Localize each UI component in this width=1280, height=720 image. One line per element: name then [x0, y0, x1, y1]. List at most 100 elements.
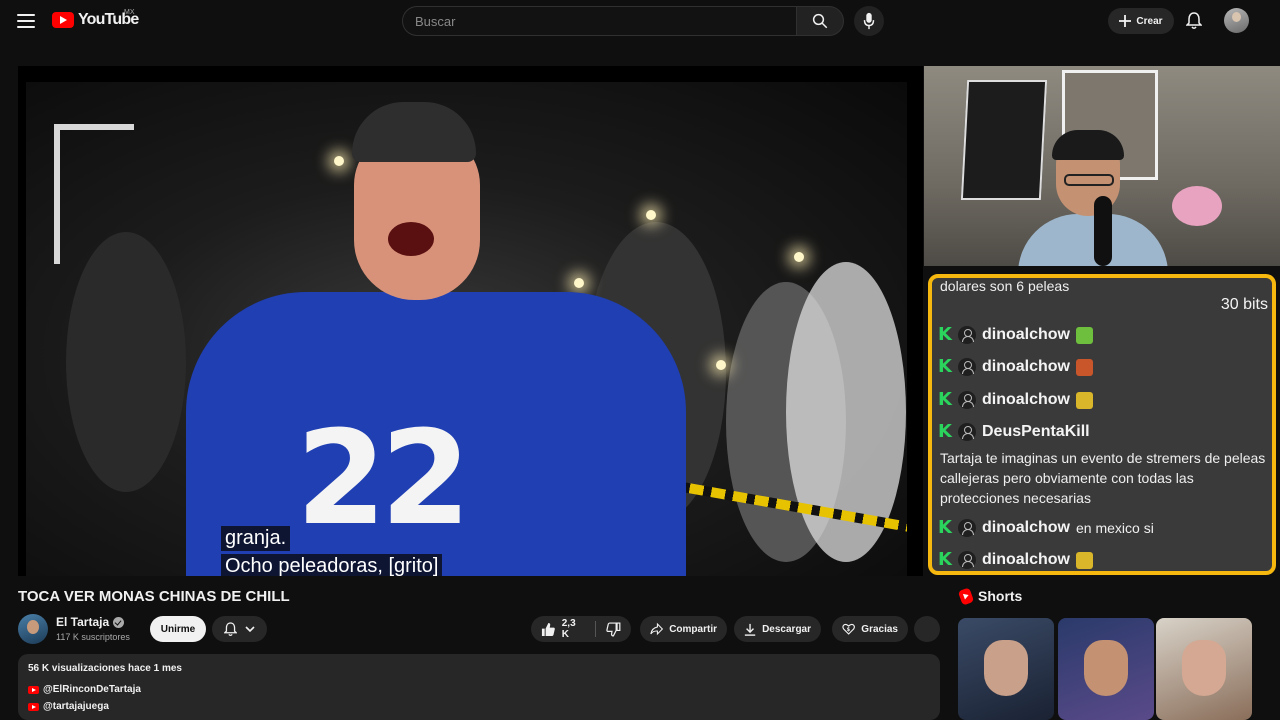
- chat-row: K dinoalchow: [938, 387, 1093, 413]
- user-badge-icon: [958, 519, 976, 537]
- kick-badge-icon: K: [938, 389, 952, 410]
- thanks-button[interactable]: $ Gracias: [832, 616, 908, 642]
- phone-light: [334, 156, 344, 166]
- crowd-person: [66, 232, 186, 492]
- channel-name[interactable]: El Tartaja: [56, 615, 125, 629]
- chat-username: dinoalchow: [982, 358, 1070, 375]
- voice-search-button[interactable]: [854, 6, 884, 36]
- shirt: [1018, 214, 1168, 266]
- chat-message: dolares son 6 peleas: [940, 278, 1070, 294]
- chat-username: dinoalchow: [982, 326, 1070, 343]
- join-button[interactable]: Unirme: [150, 616, 206, 642]
- view-stats: 56 K visualizaciones hace 1 mes: [28, 663, 182, 674]
- cap: [352, 102, 476, 162]
- country-code: MX: [124, 9, 135, 16]
- search-icon: [812, 13, 828, 29]
- emote-icon: [1076, 551, 1093, 569]
- search-input[interactable]: [402, 6, 796, 36]
- emote-icon: [1076, 326, 1093, 344]
- short-thumbnail[interactable]: [1156, 618, 1252, 720]
- description-box[interactable]: 56 K visualizaciones hace 1 mes @ElRinco…: [18, 654, 940, 720]
- phone-light: [794, 252, 804, 262]
- channel-link[interactable]: @tartajajuega: [43, 701, 109, 712]
- short-face: [984, 640, 1028, 696]
- chat-username: dinoalchow: [982, 551, 1070, 568]
- microphone: [1094, 196, 1112, 266]
- description-link[interactable]: @tartajajuega: [28, 701, 109, 712]
- user-badge-icon: [958, 551, 976, 569]
- like-count[interactable]: 2,3 K: [562, 618, 586, 640]
- emote-icon: [1076, 358, 1093, 376]
- chat-row: K DeusPentaKill: [938, 419, 1090, 445]
- bell-icon: [224, 621, 237, 636]
- chat-row: K dinoalchow: [938, 354, 1093, 380]
- chat-row: K dinoalchow: [938, 322, 1093, 348]
- chat-message: en mexico si: [1076, 520, 1154, 536]
- svg-text:$: $: [847, 627, 851, 633]
- phone-light: [646, 210, 656, 220]
- bell-icon: [1186, 12, 1202, 29]
- description-link[interactable]: @ElRinconDeTartaja: [28, 684, 141, 695]
- glasses: [1064, 174, 1114, 186]
- thanks-heart-icon: $: [842, 623, 855, 635]
- download-label: Descargar: [762, 623, 811, 635]
- chat-row: K dinoalchow: [938, 547, 1093, 571]
- chat-username: DeusPentaKill: [982, 423, 1090, 440]
- shorts-header: Shorts: [957, 586, 1023, 606]
- emote-icon: [1076, 391, 1093, 409]
- subscription-bell-button[interactable]: [212, 616, 267, 642]
- subscriber-count: 117 K suscriptores: [56, 632, 130, 642]
- share-button[interactable]: Compartir: [640, 616, 727, 642]
- share-icon: [650, 622, 664, 636]
- goalpost: [54, 124, 134, 264]
- create-button[interactable]: Crear: [1108, 8, 1174, 34]
- like-dislike-group: 2,3 K: [531, 616, 631, 642]
- kick-badge-icon: K: [938, 356, 952, 377]
- video-title: TOCA VER MONAS CHINAS DE CHILL: [18, 588, 290, 605]
- plush-toy: [1172, 186, 1222, 226]
- download-button[interactable]: Descargar: [734, 616, 821, 642]
- mouth: [388, 222, 434, 256]
- kick-badge-icon: K: [938, 324, 952, 345]
- streamer-webcam: [1018, 130, 1168, 266]
- shorts-icon: [957, 586, 975, 606]
- channel-avatar[interactable]: [18, 614, 48, 644]
- kick-badge-icon: K: [938, 549, 952, 570]
- menu-icon[interactable]: [14, 10, 38, 32]
- kick-badge-icon: K: [938, 421, 952, 442]
- account-avatar[interactable]: [1224, 8, 1249, 33]
- user-badge-icon: [958, 358, 976, 376]
- captions: granja. Ocho peleadoras, [grito]: [221, 526, 443, 576]
- download-icon: [744, 623, 756, 636]
- short-thumbnail[interactable]: [1058, 618, 1154, 720]
- caption-line: Ocho peleadoras, [grito]: [221, 554, 443, 576]
- channel-link[interactable]: @ElRinconDeTartaja: [43, 684, 141, 695]
- phone-light: [574, 278, 584, 288]
- create-label: Crear: [1136, 15, 1163, 27]
- youtube-icon: [28, 702, 39, 711]
- short-face: [1182, 640, 1226, 696]
- shorts-heading: Shorts: [978, 588, 1023, 604]
- search-button[interactable]: [796, 6, 844, 36]
- bits-label: 30 bits: [1220, 296, 1268, 313]
- top-bar: YouTube MX Crear: [0, 0, 1280, 42]
- video-frame[interactable]: 22 granja. Ocho peleadoras, [grito]: [26, 82, 907, 576]
- chat-overlay: dolares son 6 peleas 30 bits K dinoalcho…: [928, 274, 1276, 575]
- dislike-icon[interactable]: [606, 621, 621, 637]
- youtube-logo-icon: [52, 12, 74, 28]
- youtube-icon: [28, 685, 39, 694]
- video-player[interactable]: 22 granja. Ocho peleadoras, [grito]: [18, 66, 923, 576]
- kick-badge-icon: K: [938, 517, 952, 538]
- more-actions-button[interactable]: [914, 616, 940, 642]
- webcam-overlay: [924, 66, 1280, 266]
- caption-line: granja.: [221, 526, 291, 551]
- microphone-icon: [863, 12, 875, 30]
- short-thumbnail[interactable]: [958, 618, 1054, 720]
- channel-name-text[interactable]: El Tartaja: [56, 615, 109, 629]
- verified-icon: [113, 616, 125, 628]
- search-bar: [402, 6, 844, 36]
- chat-username: dinoalchow: [982, 391, 1070, 408]
- like-icon[interactable]: [541, 622, 556, 637]
- notifications-button[interactable]: [1182, 9, 1206, 33]
- plus-icon: [1119, 15, 1132, 27]
